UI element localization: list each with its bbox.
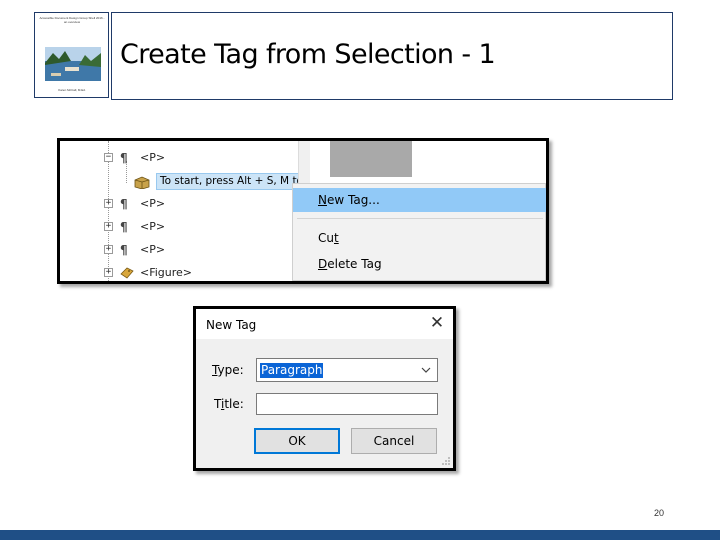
tree-row-label: <P> (140, 243, 166, 256)
tree-row-p[interactable]: + ¶ <P> (60, 218, 300, 236)
menu-item-label: Cu (318, 231, 334, 245)
expand-icon[interactable]: + (104, 199, 113, 208)
tree-row-label: <P> (140, 220, 166, 233)
document-preview-panel (330, 141, 412, 177)
paragraph-icon: ¶ (120, 243, 128, 257)
tree-row-label: <P> (140, 197, 166, 210)
chevron-down-icon (421, 367, 431, 373)
cancel-button[interactable]: Cancel (351, 428, 437, 454)
page-number: 20 (654, 508, 665, 518)
menu-item-new-tag[interactable]: New Tag... (293, 188, 546, 212)
menu-separator (297, 218, 543, 219)
slide-title: Create Tag from Selection - 1 (120, 39, 496, 70)
title-label: Title: (214, 397, 244, 411)
paragraph-icon: ¶ (120, 151, 128, 165)
new-tag-dialog: New Tag ✕ Type: Paragraph Title: OK Canc… (196, 309, 453, 468)
expand-icon[interactable]: + (104, 245, 113, 254)
tree-row-label: <P> (140, 151, 166, 164)
footer-accent-bar (0, 530, 720, 540)
tree-row-p[interactable]: + ¶ <P> (60, 241, 300, 259)
resize-grip-icon[interactable] (441, 456, 451, 466)
slide-thumbnail: Accessible Document Design Group Shell 2… (34, 12, 109, 98)
content-box-icon (134, 176, 150, 189)
thumbnail-footer: Karen McCall, M.Ed. (58, 88, 86, 92)
type-select[interactable]: Paragraph (256, 358, 438, 382)
menu-item-label: ew Tag... (326, 193, 380, 207)
ok-button[interactable]: OK (254, 428, 340, 454)
tag-tree-panel: − ¶ <P> To start, press Alt + S, M to + … (60, 141, 546, 281)
close-icon[interactable]: ✕ (426, 312, 448, 334)
collapse-icon[interactable]: − (104, 153, 113, 162)
paragraph-icon: ¶ (120, 220, 128, 234)
figure-tag-icon (120, 267, 134, 279)
new-tag-dialog-screenshot: New Tag ✕ Type: Paragraph Title: OK Canc… (193, 306, 456, 471)
title-input[interactable] (256, 393, 438, 415)
type-select-value: Paragraph (260, 363, 324, 378)
tree-row-label: <Figure> (140, 266, 193, 279)
tree-row-p[interactable]: + ¶ <P> (60, 195, 300, 213)
thumbnail-title: Accessible Document Design Group Shell 2… (39, 16, 105, 24)
tree-row-p-expanded[interactable]: − ¶ <P> (60, 149, 300, 167)
menu-item-label: elete Tag (327, 257, 382, 271)
menu-item-cut[interactable]: Cut (293, 226, 546, 250)
dialog-titlebar: New Tag ✕ (196, 309, 453, 339)
paragraph-icon: ¶ (120, 197, 128, 211)
expand-icon[interactable]: + (104, 268, 113, 277)
thumbnail-photo (45, 47, 101, 81)
type-label: Type: (212, 363, 244, 377)
context-menu: New Tag... Cut Delete Tag (292, 183, 546, 281)
menu-item-delete-tag[interactable]: Delete Tag (293, 252, 546, 276)
dialog-title: New Tag (206, 318, 257, 332)
tree-row-figure[interactable]: + <Figure> (60, 264, 300, 281)
selected-content-item[interactable]: To start, press Alt + S, M to (156, 173, 307, 190)
title-box: Create Tag from Selection - 1 (111, 12, 673, 100)
tag-tree-screenshot: − ¶ <P> To start, press Alt + S, M to + … (57, 138, 549, 284)
expand-icon[interactable]: + (104, 222, 113, 231)
